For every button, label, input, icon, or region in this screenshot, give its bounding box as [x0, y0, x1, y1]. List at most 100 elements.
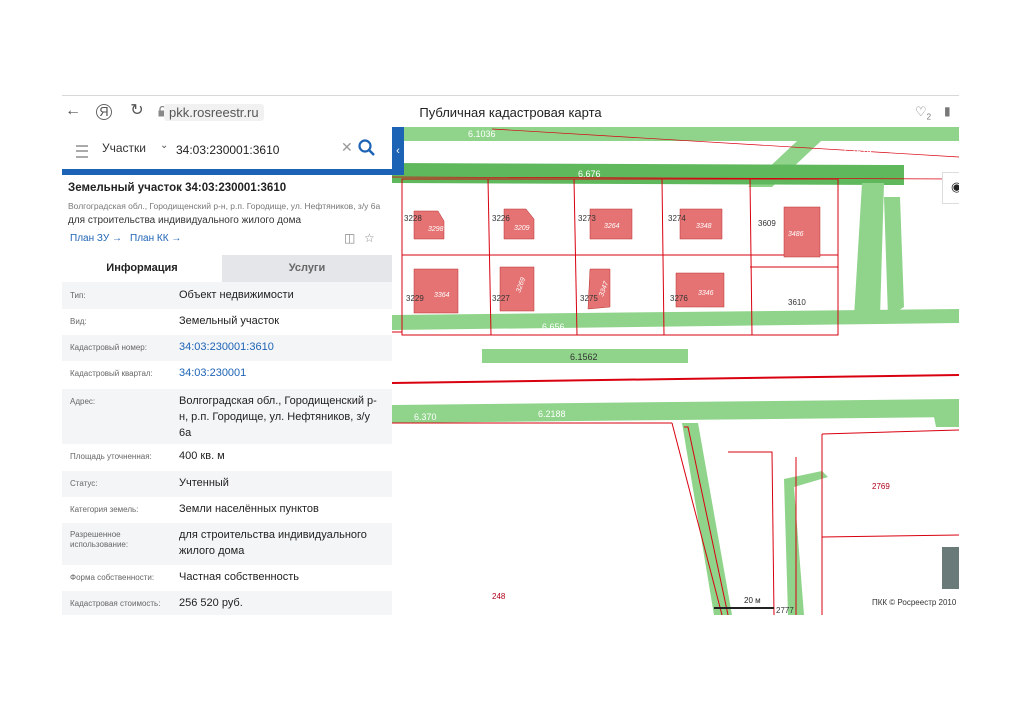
road-lower [392, 399, 959, 423]
building-number: 3364 [434, 292, 450, 299]
parcel-number: 248 [492, 592, 506, 601]
building-number: 3346 [698, 290, 714, 297]
info-row: Категория земель: Земли населённых пункт… [62, 497, 392, 523]
info-value: Волгоградская обл., Городищенский р-н, р… [179, 395, 377, 439]
browser-toolbar: ← Я ↻ pkk.rosreestr.ru Публичная кадастр… [62, 95, 959, 128]
building-number: 3264 [604, 223, 620, 230]
info-panel: Участки ⌄ ✕ Земельный участок 34:03:2300… [62, 127, 392, 615]
chevron-down-icon[interactable]: ⌄ [160, 140, 168, 151]
info-label: Кадастровая стоимость: [70, 599, 161, 608]
road-middle [392, 309, 959, 330]
locate-icon[interactable]: ◉ [951, 179, 959, 195]
tab-bar: Информация Услуги [62, 255, 392, 282]
protect-icon[interactable]: ♡2 [915, 104, 931, 122]
map-canvas[interactable]: 6.1036 6.1619 6.676 6.656 6.1562 6.370 6… [391, 127, 959, 615]
parcel-number: 3228 [404, 214, 422, 223]
close-icon[interactable]: ✕ [341, 139, 353, 156]
parcel-number: 2769 [872, 482, 890, 491]
parcel-number: 3275 [580, 294, 598, 303]
info-label: Тип: [70, 291, 86, 300]
info-label: Разрешенное использование: [70, 530, 129, 549]
road-right2 [884, 197, 904, 317]
building-number: 3298 [428, 226, 444, 233]
info-label: Форма собственности: [70, 573, 155, 582]
road-label: 6.370 [414, 412, 437, 422]
object-address: Волгоградская обл., Городищенский р-н, р… [68, 201, 381, 211]
road-label: 6.1562 [570, 352, 598, 362]
info-row: Кадастровая стоимость: 256 520 руб. [62, 591, 392, 615]
road-right [854, 183, 884, 317]
collapse-panel-button[interactable]: ‹ [392, 127, 404, 175]
road-label: 6.1036 [468, 129, 496, 139]
yandex-icon[interactable]: Я [96, 104, 112, 120]
cadastral-quarter-link[interactable]: 34:03:230001 [179, 365, 384, 381]
map-view[interactable]: 6.1036 6.1619 6.676 6.656 6.1562 6.370 6… [391, 127, 959, 615]
screenshot: ← Я ↻ pkk.rosreestr.ru Публичная кадастр… [62, 95, 959, 615]
zoom-to-icon[interactable]: ◫ [344, 231, 355, 245]
info-label: Площадь уточненная: [70, 452, 152, 461]
object-use: для строительства индивидуального жилого… [68, 215, 302, 226]
tab-services[interactable]: Услуги [222, 255, 392, 282]
info-row: Разрешенное использование: для строитель… [62, 523, 392, 565]
info-label: Вид: [70, 317, 87, 326]
plan-zu-link[interactable]: План ЗУ → [70, 233, 122, 244]
map-tools: ◉ [942, 172, 959, 204]
info-value: Земельный участок [179, 315, 280, 327]
object-title: Земельный участок 34:03:230001:3610 [68, 182, 287, 194]
road-label: 6.656 [542, 322, 565, 332]
parcel-number: 3273 [578, 214, 596, 223]
layer-select[interactable]: Участки [102, 141, 146, 155]
info-label: Кадастровый квартал: [70, 369, 153, 378]
road-label: 6.676 [578, 169, 601, 179]
building-number: 3486 [788, 231, 804, 238]
road-diag-low [682, 423, 732, 615]
info-row: Статус: Учтенный [62, 471, 392, 497]
parcel-number: 3276 [670, 294, 688, 303]
search-icon[interactable] [356, 137, 378, 159]
building-number: 3348 [696, 223, 712, 230]
road-corner [784, 471, 828, 615]
info-row: Кадастровый квартал: 34:03:230001 [62, 361, 392, 389]
info-value: 256 520 руб. [179, 597, 243, 609]
info-value: для строительства индивидуального жилого… [179, 529, 367, 557]
copyright: ПКК © Росреестр 2010 [872, 598, 957, 607]
info-row: Тип: Объект недвижимости [62, 282, 392, 309]
address-bar[interactable]: pkk.rosreestr.ru [164, 104, 264, 121]
info-row: Вид: Земельный участок [62, 309, 392, 335]
info-row: Адрес: Волгоградская обл., Городищенский… [62, 389, 392, 444]
parcel-number: 3227 [492, 294, 510, 303]
parcel-number: 3229 [406, 294, 424, 303]
parcel-number: 3226 [492, 214, 510, 223]
cadastral-number-link[interactable]: 34:03:230001:3610 [179, 339, 384, 355]
info-label: Адрес: [70, 397, 96, 406]
info-label: Статус: [70, 479, 98, 488]
parcel-number: 3610 [788, 298, 806, 307]
basemap-thumbnail[interactable] [942, 547, 959, 589]
parcel-number: 2777 [776, 606, 794, 615]
badge-count: 2 [926, 112, 932, 122]
plan-kk-link[interactable]: План КК → [130, 233, 181, 244]
parcel-number: 3609 [758, 219, 776, 228]
scale-label: 20 м [744, 596, 761, 605]
menu-icon[interactable] [76, 145, 88, 158]
back-icon[interactable]: ← [64, 102, 82, 120]
road-label: 6.2188 [538, 409, 566, 419]
star-icon[interactable]: ☆ [364, 231, 375, 245]
info-row: Площадь уточненная: 400 кв. м [62, 444, 392, 471]
info-row: Кадастровый номер: 34:03:230001:3610 [62, 335, 392, 361]
road-label: 6.1619 [844, 147, 872, 157]
tab-info[interactable]: Информация [62, 255, 222, 282]
info-value: Земли населённых пунктов [179, 503, 319, 515]
search-input[interactable] [174, 139, 338, 161]
bookmark-icon[interactable]: ▮ [944, 104, 951, 118]
info-value: 400 кв. м [179, 450, 225, 462]
info-value: Учтенный [179, 477, 229, 489]
road-upper [392, 163, 904, 185]
parcel-number: 3274 [668, 214, 686, 223]
info-row: Форма собственности: Частная собственнос… [62, 565, 392, 591]
info-label: Категория земель: [70, 505, 139, 514]
building-number: 3209 [514, 225, 530, 232]
info-value: Объект недвижимости [179, 289, 294, 301]
reload-icon[interactable]: ↻ [128, 102, 146, 120]
info-value: Частная собственность [179, 571, 300, 583]
